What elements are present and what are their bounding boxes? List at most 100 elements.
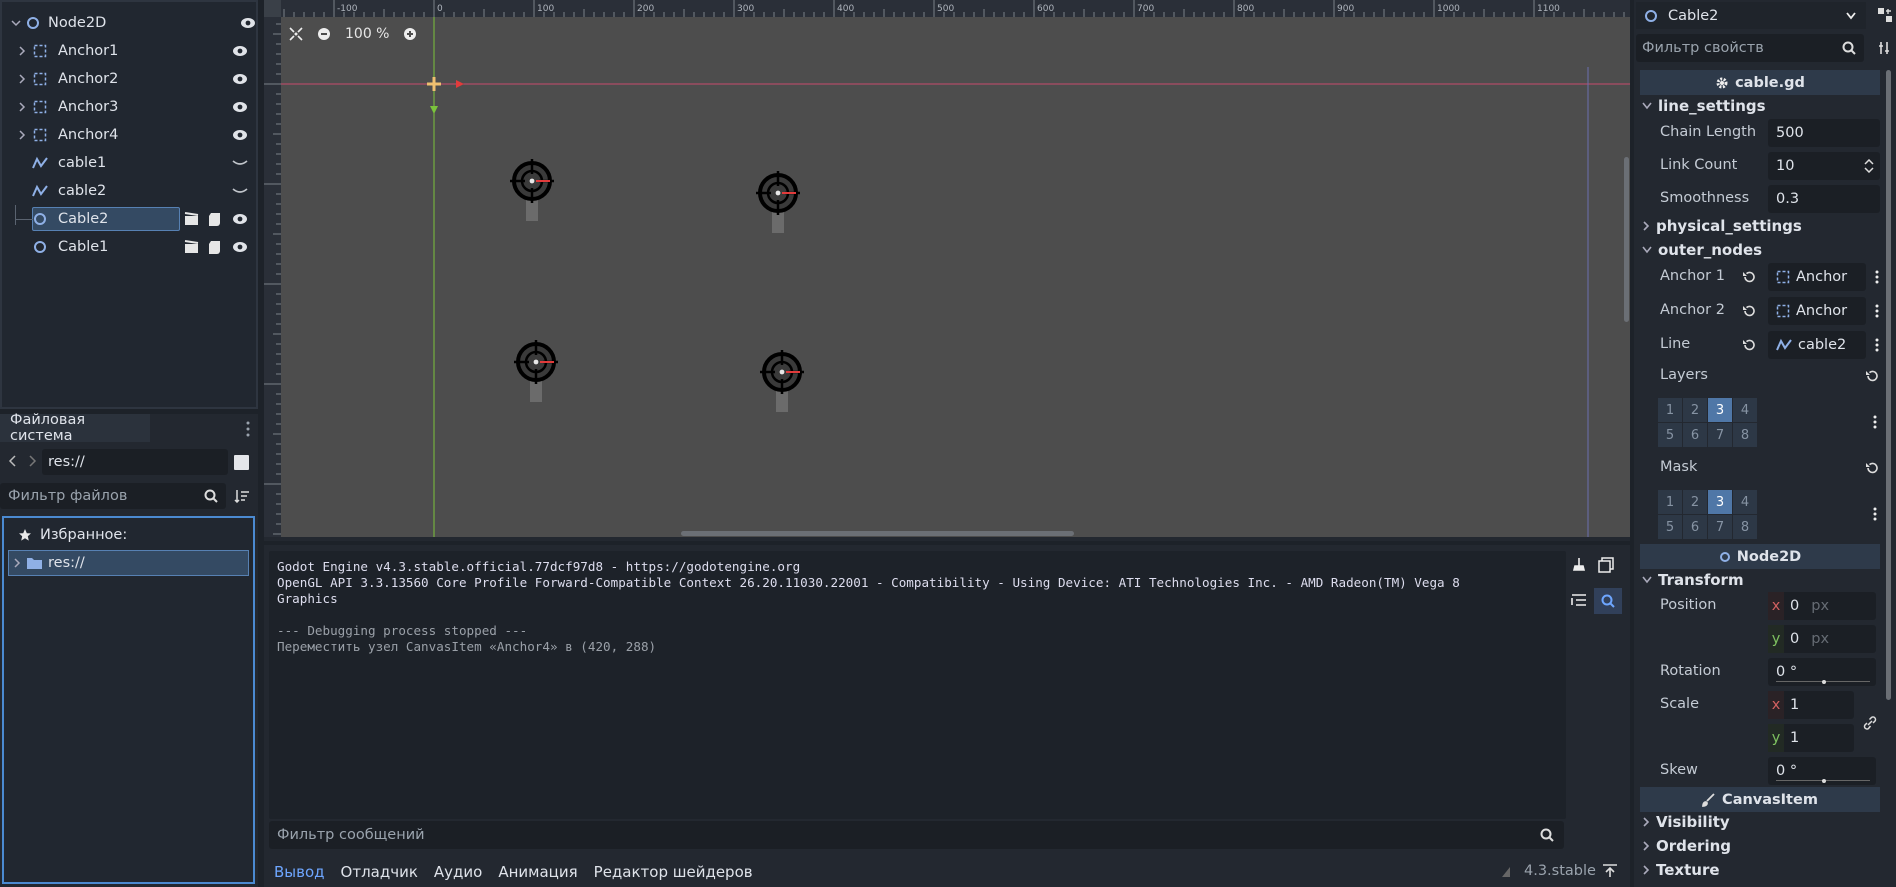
kebab-menu-icon[interactable] (1875, 304, 1879, 318)
tree-item-anchor3[interactable]: Anchor3 (16, 93, 256, 121)
anchor1-node-picker[interactable]: Anchor (1768, 263, 1866, 291)
scrollbar-thumb[interactable] (681, 531, 1074, 536)
mask-bit[interactable]: 7 (1708, 515, 1732, 539)
mask-bit[interactable]: 8 (1733, 515, 1757, 539)
zoom-level[interactable]: 100 % (345, 26, 389, 42)
zoom-in-icon[interactable] (403, 27, 417, 41)
visibility-eye-icon[interactable] (232, 45, 248, 57)
property-filter-input[interactable]: Фильтр свойств (1636, 34, 1864, 62)
revert-icon[interactable] (1742, 338, 1756, 352)
spin-arrows-icon[interactable] (1864, 159, 1874, 173)
tree-root-row[interactable]: Node2D (10, 9, 256, 37)
section-visibility[interactable]: Visibility (1642, 809, 1882, 835)
layout-toggle-icon[interactable] (234, 455, 249, 470)
collapse-messages-icon[interactable] (1571, 593, 1587, 607)
message-filter-input[interactable]: Фильтр сообщений (269, 821, 1564, 849)
layer-bit[interactable]: 5 (1658, 423, 1682, 447)
tree-item-anchor2[interactable]: Anchor2 (16, 65, 256, 93)
revert-icon[interactable] (1865, 369, 1879, 383)
forward-arrow-icon[interactable] (27, 454, 37, 468)
tree-item-cable1[interactable]: Cable1 (16, 233, 256, 261)
mask-bit[interactable]: 2 (1683, 490, 1707, 514)
chevron-right-icon[interactable] (16, 102, 28, 112)
script-header[interactable]: cable.gd (1640, 70, 1880, 95)
scene-instance-icon[interactable] (184, 240, 199, 254)
layer-bit[interactable]: 3 (1708, 398, 1732, 422)
section-ordering[interactable]: Ordering (1642, 833, 1882, 859)
section-texture[interactable]: Texture (1642, 857, 1882, 883)
expand-panel-icon[interactable] (1602, 863, 1618, 879)
revert-icon[interactable] (1865, 461, 1879, 475)
visibility-eye-icon[interactable] (240, 17, 256, 29)
mask-bit[interactable]: 1 (1658, 490, 1682, 514)
visibility-hidden-icon[interactable] (232, 186, 248, 196)
object-properties-icon[interactable] (1877, 7, 1893, 23)
line-node-picker[interactable]: cable2 (1768, 331, 1866, 359)
chevron-right-icon[interactable] (13, 558, 21, 568)
smoothness-input[interactable]: 0.3 (1768, 185, 1880, 213)
kebab-menu-icon[interactable] (1873, 415, 1877, 429)
anchor2-node-picker[interactable]: Anchor (1768, 297, 1866, 325)
visibility-eye-icon[interactable] (232, 101, 248, 113)
tab-audio[interactable]: Аудио (434, 863, 482, 881)
tree-item-cable1[interactable]: cable1 (16, 149, 256, 177)
skew-slider[interactable]: 0 ° (1768, 757, 1876, 785)
file-filter-input[interactable]: Фильтр файлов (0, 483, 226, 509)
section-outer-nodes[interactable]: outer_nodes (1642, 237, 1882, 263)
tree-item-anchor4[interactable]: Anchor4 (16, 121, 256, 149)
layer-bit[interactable]: 7 (1708, 423, 1732, 447)
tab-shader-editor[interactable]: Редактор шейдеров (594, 863, 753, 881)
mask-bit[interactable]: 3 (1708, 490, 1732, 514)
inspector-scrollbar[interactable] (1886, 70, 1891, 700)
layer-bit[interactable]: 2 (1683, 398, 1707, 422)
visibility-eye-icon[interactable] (232, 73, 248, 85)
visibility-eye-icon[interactable] (232, 241, 248, 253)
scene-canvas[interactable]: 100 % (281, 17, 1630, 537)
horizontal-scrollbar[interactable] (281, 529, 1630, 537)
position-x-input[interactable]: x 0 px (1768, 592, 1876, 620)
center-view-icon[interactable] (289, 27, 303, 41)
script-icon[interactable] (208, 212, 221, 227)
tab-output[interactable]: Вывод (274, 863, 325, 881)
tab-debugger[interactable]: Отладчик (341, 863, 418, 881)
link-icon[interactable] (1863, 716, 1877, 730)
mask-bit[interactable]: 6 (1683, 515, 1707, 539)
position-y-input[interactable]: y 0 px (1768, 625, 1876, 653)
tools-icon[interactable] (1877, 41, 1891, 55)
scale-x-input[interactable]: x 1 (1768, 691, 1854, 719)
visibility-eye-icon[interactable] (232, 129, 248, 141)
scrollbar-thumb[interactable] (1624, 157, 1629, 322)
file-tree[interactable]: Избранное: res:// (2, 516, 255, 884)
section-transform[interactable]: Transform (1642, 567, 1882, 593)
slider-handle[interactable] (1822, 779, 1826, 783)
kebab-menu-icon[interactable] (1873, 507, 1877, 521)
res-folder-row[interactable]: res:// (8, 550, 249, 576)
script-icon[interactable] (208, 240, 221, 255)
filter-toggle-button[interactable] (1594, 588, 1622, 614)
rotation-slider[interactable]: 0 ° (1768, 658, 1876, 686)
sort-icon[interactable] (234, 489, 250, 503)
scale-y-input[interactable]: y 1 (1768, 724, 1854, 752)
kebab-menu-icon[interactable] (1875, 338, 1879, 352)
kebab-menu-icon[interactable] (1875, 270, 1879, 284)
tree-item-anchor1[interactable]: Anchor1 (16, 37, 256, 65)
chevron-down-icon[interactable] (10, 18, 22, 28)
scene-instance-icon[interactable] (184, 212, 199, 226)
tab-animation[interactable]: Анимация (498, 863, 577, 881)
menu-dots-icon[interactable] (246, 421, 250, 437)
revert-icon[interactable] (1742, 304, 1756, 318)
filesystem-tab[interactable]: Файловая система (0, 412, 150, 444)
link-count-spinbox[interactable]: 10 (1768, 152, 1880, 180)
visibility-hidden-icon[interactable] (232, 158, 248, 168)
zoom-out-icon[interactable] (317, 27, 331, 41)
tree-item-cable2[interactable]: Cable2 (16, 205, 256, 233)
layer-bit[interactable]: 8 (1733, 423, 1757, 447)
mask-bit[interactable]: 5 (1658, 515, 1682, 539)
vertical-scrollbar[interactable] (1622, 17, 1630, 537)
chevron-right-icon[interactable] (16, 74, 28, 84)
tree-item-cable2[interactable]: cable2 (16, 177, 256, 205)
favorites-row[interactable]: Избранное: (18, 524, 253, 546)
path-field[interactable]: res:// (42, 449, 228, 475)
layer-bit[interactable]: 6 (1683, 423, 1707, 447)
section-line-settings[interactable]: line_settings (1642, 93, 1882, 119)
